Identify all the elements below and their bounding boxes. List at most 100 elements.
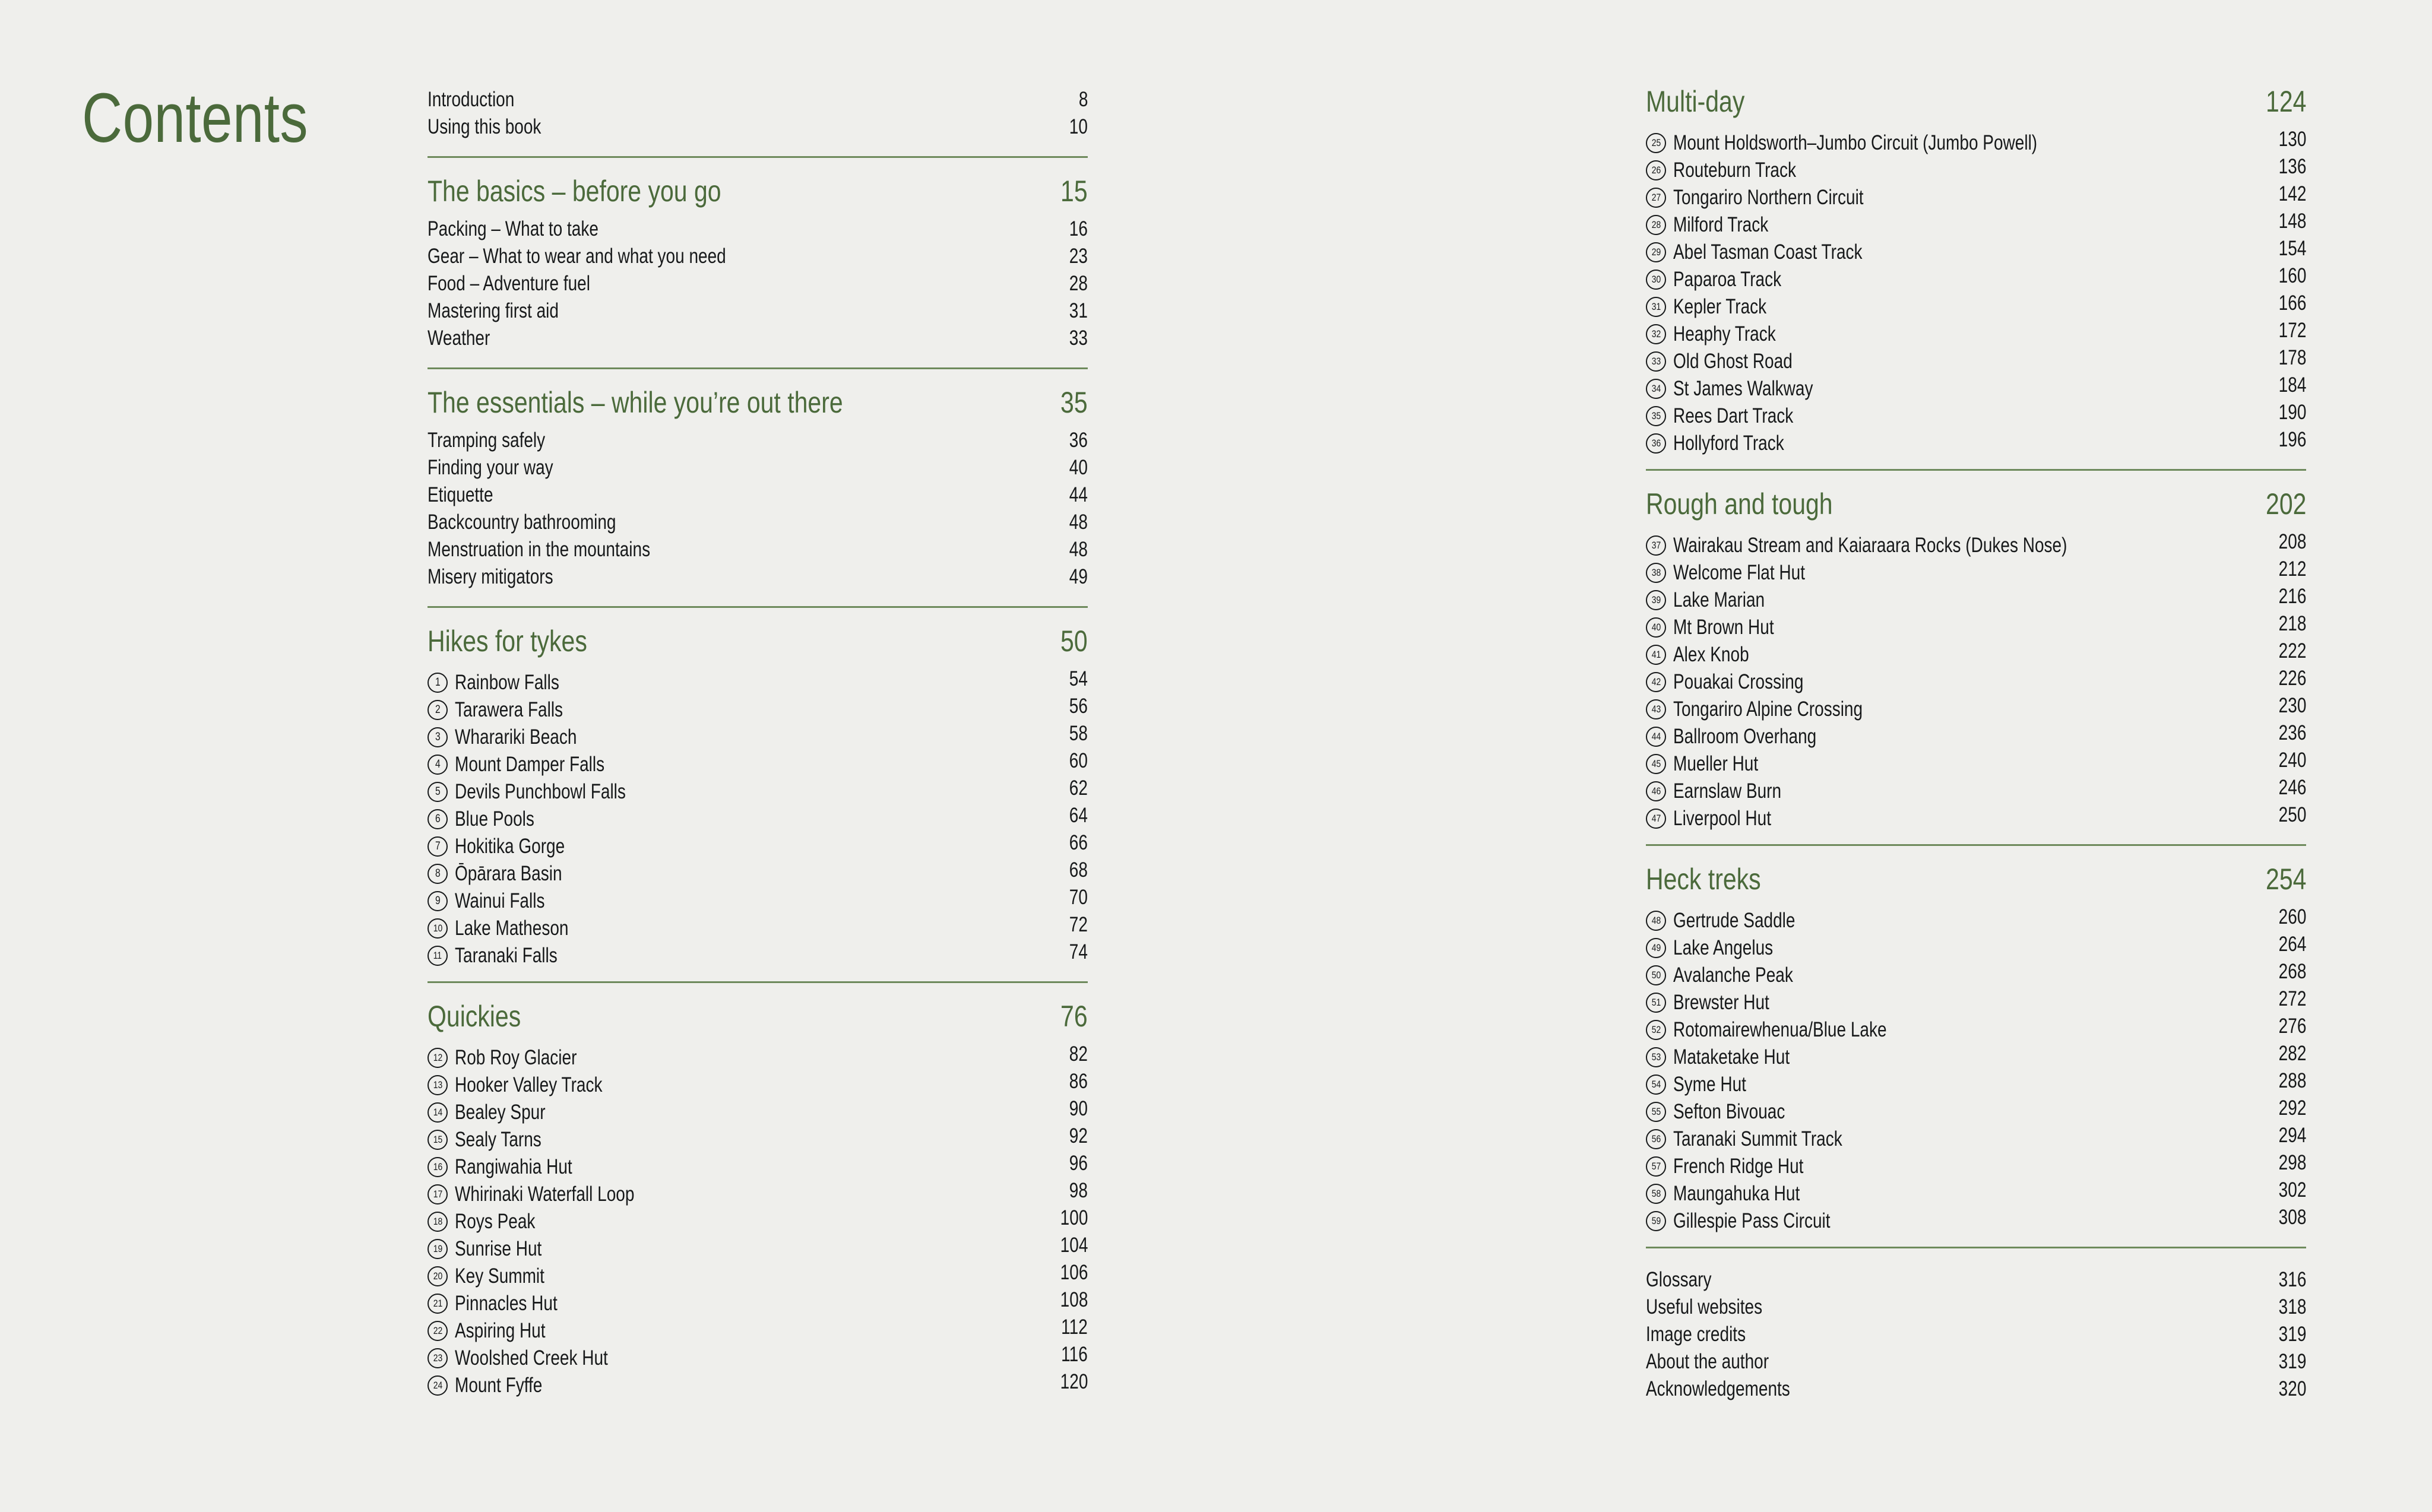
toc-entry-taranaki-falls[interactable]: 11 Taranaki Falls 74 — [428, 939, 1088, 967]
toc-entry-gillespie-pass-circuit[interactable]: 59 Gillespie Pass Circuit 308 — [1646, 1204, 2306, 1232]
toc-entry-etiquette[interactable]: Etiquette 44 — [428, 481, 1088, 509]
toc-entry-pinnacles-hut[interactable]: 21 Pinnacles Hut 108 — [428, 1286, 1088, 1315]
toc-entry-packing-what-to-take[interactable]: Packing – What to take 16 — [428, 215, 1088, 243]
toc-entry-syme-hut[interactable]: 54 Syme Hut 288 — [1646, 1067, 2306, 1096]
toc-entry-st-james-walkway[interactable]: 34 St James Walkway 184 — [1646, 372, 2306, 400]
toc-entry-glossary[interactable]: Glossary 316 — [1646, 1266, 2306, 1294]
toc-entry-alex-knob[interactable]: 41 Alex Knob 222 — [1646, 638, 2306, 666]
toc-entry-food-adventure-fuel[interactable]: Food – Adventure fuel 28 — [428, 270, 1088, 297]
toc-entry-gertrude-saddle[interactable]: 48 Gertrude Saddle 260 — [1646, 904, 2306, 932]
toc-entry-mount-damper-falls[interactable]: 4 Mount Damper Falls 60 — [428, 747, 1088, 778]
toc-entry-hokitika-gorge[interactable]: 7 Hokitika Gorge 66 — [428, 829, 1088, 858]
toc-entry-tongariro-alpine-crossing[interactable]: 43 Tongariro Alpine Crossing 230 — [1646, 692, 2306, 721]
toc-entry-label: Woolshed Creek Hut — [455, 1346, 608, 1370]
toc-entry-mueller-hut[interactable]: 45 Mueller Hut 240 — [1646, 747, 2306, 775]
badge-number: 51 — [1651, 997, 1661, 1008]
toc-entry-tongariro-northern-circuit[interactable]: 27 Tongariro Northern Circuit 142 — [1646, 180, 2306, 209]
section-heading-row[interactable]: The essentials – while you’re out there 3… — [428, 387, 1088, 419]
toc-entry-kepler-track[interactable]: 31 Kepler Track 166 — [1646, 290, 2306, 318]
toc-entry-brewster-hut[interactable]: 51 Brewster Hut 272 — [1646, 985, 2306, 1014]
toc-entry-paparoa-track[interactable]: 30 Paparoa Track 160 — [1646, 262, 2306, 291]
toc-entry-maungahuka-hut[interactable]: 58 Maungahuka Hut 302 — [1646, 1177, 2306, 1205]
toc-entry-rotomairewhenua-blue-lake[interactable]: 52 Rotomairewhenua/Blue Lake 276 — [1646, 1013, 2306, 1041]
toc-entry-liverpool-hut[interactable]: 47 Liverpool Hut 250 — [1646, 801, 2306, 830]
toc-entry-ballroom-overhang[interactable]: 44 Ballroom Overhang 236 — [1646, 719, 2306, 748]
toc-entry-bealey-spur[interactable]: 14 Bealey Spur 90 — [428, 1095, 1088, 1126]
toc-entry-mastering-first-aid[interactable]: Mastering first aid 31 — [428, 297, 1088, 325]
toc-entry-routeburn-track[interactable]: 26 Routeburn Track 136 — [1646, 153, 2306, 182]
section-heading-row[interactable]: The basics – before you go 15 — [428, 176, 1088, 207]
toc-entry-tarawera-falls[interactable]: 2 Tarawera Falls 56 — [428, 693, 1088, 721]
toc-entry-label: Weather — [428, 327, 490, 350]
toc-entry-lake-marian[interactable]: 39 Lake Marian 216 — [1646, 583, 2306, 611]
toc-entry-misery-mitigators[interactable]: Misery mitigators 49 — [428, 563, 1088, 591]
toc-entry-french-ridge-hut[interactable]: 57 French Ridge Hut 298 — [1646, 1149, 2306, 1178]
toc-entry-left: 4 Mount Damper Falls — [428, 751, 642, 778]
toc-entry-left: 14 Bealey Spur — [428, 1099, 568, 1126]
toc-entry-tramping-safely[interactable]: Tramping safely 36 — [428, 427, 1088, 454]
toc-entry-woolshed-creek-hut[interactable]: 23 Woolshed Creek Hut 116 — [428, 1341, 1088, 1370]
toc-entry-welcome-flat-hut[interactable]: 38 Welcome Flat Hut 212 — [1646, 556, 2306, 584]
toc-entry-whirinaki-waterfall-loop[interactable]: 17 Whirinaki Waterfall Loop 98 — [428, 1177, 1088, 1206]
toc-entry-label: Lake Matheson — [455, 916, 569, 940]
toc-entry-gear-what-to-wear-and-what-you-need[interactable]: Gear – What to wear and what you need 23 — [428, 243, 1088, 270]
toc-entry-label: Devils Punchbowl Falls — [455, 779, 626, 803]
toc-entry-about-the-author[interactable]: About the author 319 — [1646, 1348, 2306, 1375]
section-heading-row[interactable]: Heck treks 254 — [1646, 864, 2306, 895]
toc-entry-old-ghost-road[interactable]: 33 Old Ghost Road 178 — [1646, 344, 2306, 373]
toc-entry-lake-angelus[interactable]: 49 Lake Angelus 264 — [1646, 931, 2306, 959]
toc-entry-milford-track[interactable]: 28 Milford Track 148 — [1646, 208, 2306, 236]
toc-entry-rob-roy-glacier[interactable]: 12 Rob Roy Glacier 82 — [428, 1041, 1088, 1069]
toc-entry-mataketake-hut[interactable]: 53 Mataketake Hut 282 — [1646, 1040, 2306, 1069]
toc-entry-mt-brown-hut[interactable]: 40 Mt Brown Hut 218 — [1646, 610, 2306, 641]
section-heading-row[interactable]: Multi-day 124 — [1646, 86, 2306, 118]
toc-entry-mount-fyffe[interactable]: 24 Mount Fyffe 120 — [428, 1368, 1088, 1397]
toc-entry-label: Introduction — [428, 88, 515, 111]
toc-entry-useful-websites[interactable]: Useful websites 318 — [1646, 1294, 2306, 1321]
toc-entry-label: Menstruation in the mountains — [428, 538, 651, 561]
toc-entry-abel-tasman-coast-track[interactable]: 29 Abel Tasman Coast Track 154 — [1646, 235, 2306, 264]
toc-entry-weather[interactable]: Weather 33 — [428, 325, 1088, 352]
toc-entry-sealy-tarns[interactable]: 15 Sealy Tarns 92 — [428, 1123, 1088, 1153]
toc-entry-finding-your-way[interactable]: Finding your way 40 — [428, 454, 1088, 481]
toc-entry-acknowledgements[interactable]: Acknowledgements 320 — [1646, 1375, 2306, 1403]
toc-entry-label: Brewster Hut — [1673, 990, 1769, 1014]
toc-entry-page-number: 96 — [1069, 1152, 1088, 1175]
toc-entry-menstruation-in-the-mountains[interactable]: Menstruation in the mountains 48 — [428, 536, 1088, 563]
toc-entry-avalanche-peak[interactable]: 50 Avalanche Peak 268 — [1646, 958, 2306, 987]
section-heading-row[interactable]: Rough and tough 202 — [1646, 489, 2306, 520]
toc-entry-heaphy-track[interactable]: 32 Heaphy Track 172 — [1646, 317, 2306, 345]
toc-entry-key-summit[interactable]: 20 Key Summit 106 — [428, 1259, 1088, 1288]
toc-entry-hollyford-track[interactable]: 36 Hollyford Track 196 — [1646, 426, 2306, 455]
toc-entry-rainbow-falls[interactable]: 1 Rainbow Falls 54 — [428, 665, 1088, 694]
toc-entry-hooker-valley-track[interactable]: 13 Hooker Valley Track 86 — [428, 1068, 1088, 1096]
toc-entry-using-this-book[interactable]: Using this book 10 — [428, 113, 1088, 141]
toc-entry-left: 40 Mt Brown Hut — [1646, 614, 1799, 641]
toc-entry-backcountry-bathrooming[interactable]: Backcountry bathrooming 48 — [428, 509, 1088, 536]
toc-entry-rangiwahia-hut[interactable]: 16 Rangiwahia Hut 96 — [428, 1150, 1088, 1178]
toc-entry-blue-pools[interactable]: 6 Blue Pools 64 — [428, 802, 1088, 831]
toc-entry-aspiring-hut[interactable]: 22 Aspiring Hut 112 — [428, 1314, 1088, 1342]
toc-entry-rees-dart-track[interactable]: 35 Rees Dart Track 190 — [1646, 399, 2306, 427]
toc-entry-pouakai-crossing[interactable]: 42 Pouakai Crossing 226 — [1646, 665, 2306, 693]
toc-entry-image-credits[interactable]: Image credits 319 — [1646, 1321, 2306, 1348]
toc-entry-wainui-falls[interactable]: 9 Wainui Falls 70 — [428, 884, 1088, 912]
toc-entry-sefton-bivouac[interactable]: 55 Sefton Bivouac 292 — [1646, 1095, 2306, 1123]
toc-entry-sunrise-hut[interactable]: 19 Sunrise Hut 104 — [428, 1232, 1088, 1260]
toc-entry-wairakau-stream-and-kaiaraara-rocks-dukes-nose[interactable]: 37 Wairakau Stream and Kaiaraara Rocks (D… — [1646, 528, 2306, 557]
toc-entry-left: 43 Tongariro Alpine Crossing — [1646, 696, 1910, 723]
numbered-circle-badge-icon: 45 — [1646, 753, 1666, 774]
badge-number: 53 — [1651, 1051, 1661, 1063]
toc-entry-left: 15 Sealy Tarns — [428, 1126, 563, 1153]
toc-entry-p-rara-basin[interactable]: 8 Ōpārara Basin 68 — [428, 857, 1088, 885]
section-heading-row[interactable]: Quickies 76 — [428, 1001, 1088, 1032]
toc-entry-taranaki-summit-track[interactable]: 56 Taranaki Summit Track 294 — [1646, 1122, 2306, 1150]
section-heading-row[interactable]: Hikes for tykes 50 — [428, 626, 1088, 657]
toc-entry-lake-matheson[interactable]: 10 Lake Matheson 72 — [428, 911, 1088, 940]
toc-entry-introduction[interactable]: Introduction 8 — [428, 86, 1088, 113]
toc-entry-earnslaw-burn[interactable]: 46 Earnslaw Burn 246 — [1646, 774, 2306, 803]
toc-entry-mount-holdsworth-jumbo-circuit-jumbo-powell[interactable]: 25 Mount Holdsworth–Jumbo Circuit (Jumbo … — [1646, 126, 2306, 154]
toc-entry-wharariki-beach[interactable]: 3 Wharariki Beach 58 — [428, 720, 1088, 749]
toc-entry-roys-peak[interactable]: 18 Roys Peak 100 — [428, 1204, 1088, 1233]
toc-entry-devils-punchbowl-falls[interactable]: 5 Devils Punchbowl Falls 62 — [428, 775, 1088, 803]
